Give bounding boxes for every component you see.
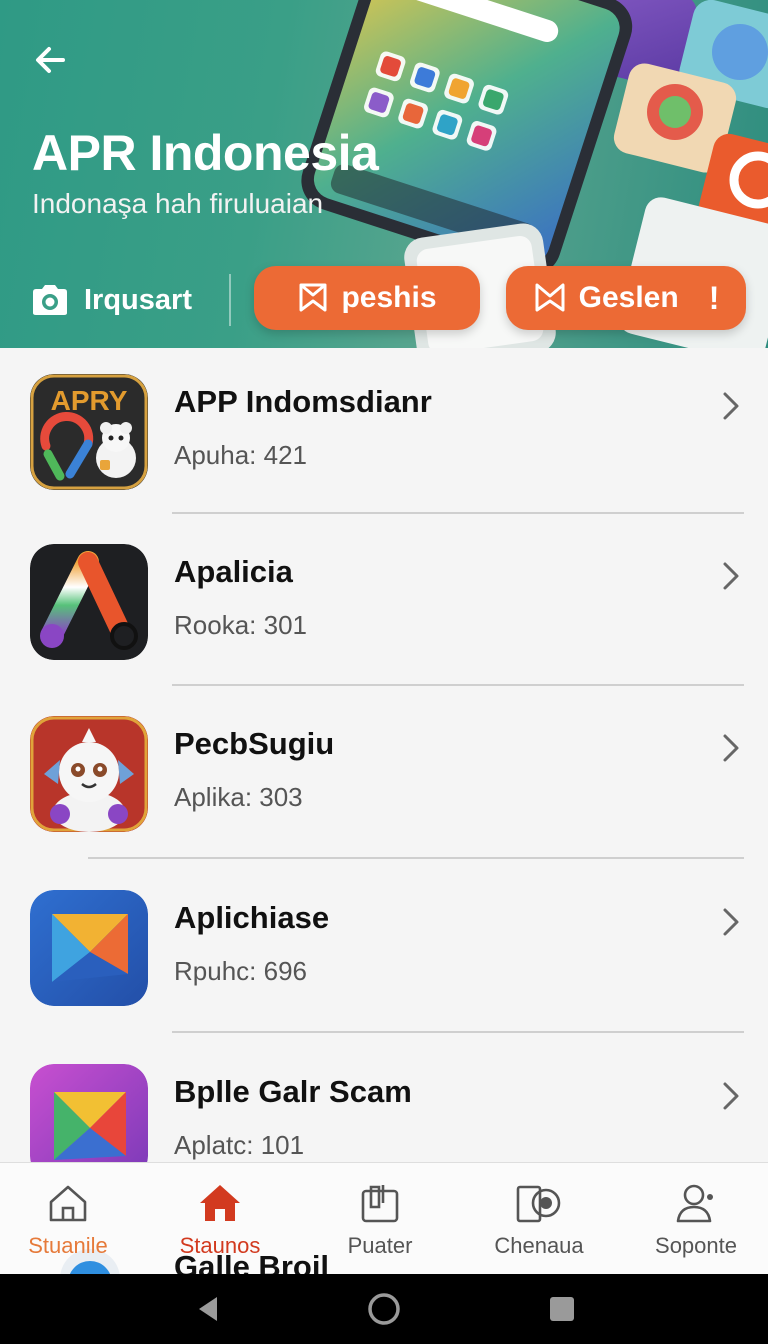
system-navigation-bar xyxy=(0,1274,768,1344)
bottom-navigation: Galle Broil Stuanile Staunos Puater Chen… xyxy=(0,1162,768,1274)
chevron-right-icon xyxy=(723,1082,739,1110)
nav-back-icon xyxy=(199,1297,217,1321)
chevron-right-icon xyxy=(723,734,739,762)
chevron-right-icon xyxy=(723,562,739,590)
app-list: APRY APP Indomsdianr Apuha: 421 Apalicia… xyxy=(0,348,768,1162)
home-filled-icon xyxy=(200,1185,240,1221)
system-recents-button[interactable] xyxy=(544,1291,580,1327)
nav-recents-icon xyxy=(550,1297,574,1321)
page-subtitle: Indonaşa hah firuluaian xyxy=(32,188,324,219)
list-item[interactable]: PecbSugiu Aplika: 303 xyxy=(0,690,768,862)
row-divider xyxy=(172,1031,744,1033)
app-icon-apry: APRY xyxy=(30,374,148,490)
app-name: APP Indomsdianr xyxy=(174,384,432,419)
app-name: Apalicia xyxy=(174,554,293,589)
alert-badge: ! xyxy=(708,279,720,316)
app-icon-aplichiase xyxy=(30,890,148,1006)
app-icon-apalicia xyxy=(30,544,148,660)
app-icon-text: APRY xyxy=(51,385,128,416)
hero-action-bar: Irqusart peshis Geslen ! xyxy=(0,264,768,334)
row-divider xyxy=(172,512,744,514)
nav-item-staunos[interactable]: Staunos xyxy=(172,1163,268,1259)
system-back-button[interactable] xyxy=(190,1291,226,1327)
person-icon xyxy=(676,1184,713,1223)
chevron-right-icon xyxy=(723,392,739,420)
nav-home-icon xyxy=(368,1293,400,1325)
geslen-button[interactable]: Geslen ! xyxy=(506,266,746,330)
app-name: PecbSugiu xyxy=(174,726,335,761)
action-divider xyxy=(229,274,231,326)
app-meta: Rpuhc: 696 xyxy=(174,956,307,986)
camera-icon xyxy=(33,285,67,315)
instant-button[interactable]: Irqusart xyxy=(30,278,192,322)
nav-item-stuanile[interactable]: Stuanile xyxy=(22,1163,114,1259)
nav-item-soponte[interactable]: Soponte xyxy=(648,1163,744,1259)
row-divider xyxy=(88,857,744,859)
list-item[interactable]: APRY APP Indomsdianr Apuha: 421 xyxy=(0,348,768,520)
app-meta: Aplika: 303 xyxy=(174,782,303,812)
app-meta: Rooka: 301 xyxy=(174,610,307,640)
bookmark-icon xyxy=(299,283,327,312)
nav-label: Chenaua xyxy=(494,1233,584,1258)
nav-item-puater[interactable]: Puater xyxy=(336,1163,424,1259)
hero-header: APR Indonesia Indonaşa hah firuluaian Ir… xyxy=(0,0,768,348)
home-outline-icon xyxy=(49,1185,87,1222)
nav-label: Puater xyxy=(347,1233,413,1258)
nav-label: Stuanile xyxy=(28,1233,108,1258)
page-title: APR Indonesia xyxy=(32,125,379,181)
app-icon-pecbsugiu xyxy=(30,716,148,832)
nav-item-chenaua[interactable]: Chenaua xyxy=(490,1163,588,1259)
instant-label: Irqusart xyxy=(84,283,192,316)
app-meta: Apuha: 421 xyxy=(174,440,308,470)
nav-label: Soponte xyxy=(655,1233,737,1258)
app-icon-bplle xyxy=(30,1064,148,1162)
bookmark-icon xyxy=(535,283,565,312)
list-item[interactable]: Aplichiase Rpuhc: 696 xyxy=(0,864,768,1036)
nav-label: Staunos xyxy=(179,1233,261,1258)
list-item[interactable]: Apalicia Rooka: 301 xyxy=(0,518,768,690)
system-home-button[interactable] xyxy=(366,1291,402,1327)
peshis-label: peshis xyxy=(341,281,437,314)
chevron-right-icon xyxy=(723,908,739,936)
app-name: Bplle Galr Scam xyxy=(174,1074,412,1109)
app-name: Aplichiase xyxy=(174,900,330,935)
row-divider xyxy=(172,684,744,686)
camera-lens-icon xyxy=(516,1185,561,1223)
arrow-left-icon xyxy=(36,47,65,73)
geslen-label: Geslen xyxy=(578,281,679,314)
list-item[interactable]: Bplle Galr Scam Aplatc: 101 xyxy=(0,1038,768,1162)
folder-icon xyxy=(361,1185,399,1223)
peshis-button[interactable]: peshis xyxy=(254,266,480,330)
app-meta: Aplatc: 101 xyxy=(174,1130,305,1160)
back-button[interactable] xyxy=(26,36,74,84)
